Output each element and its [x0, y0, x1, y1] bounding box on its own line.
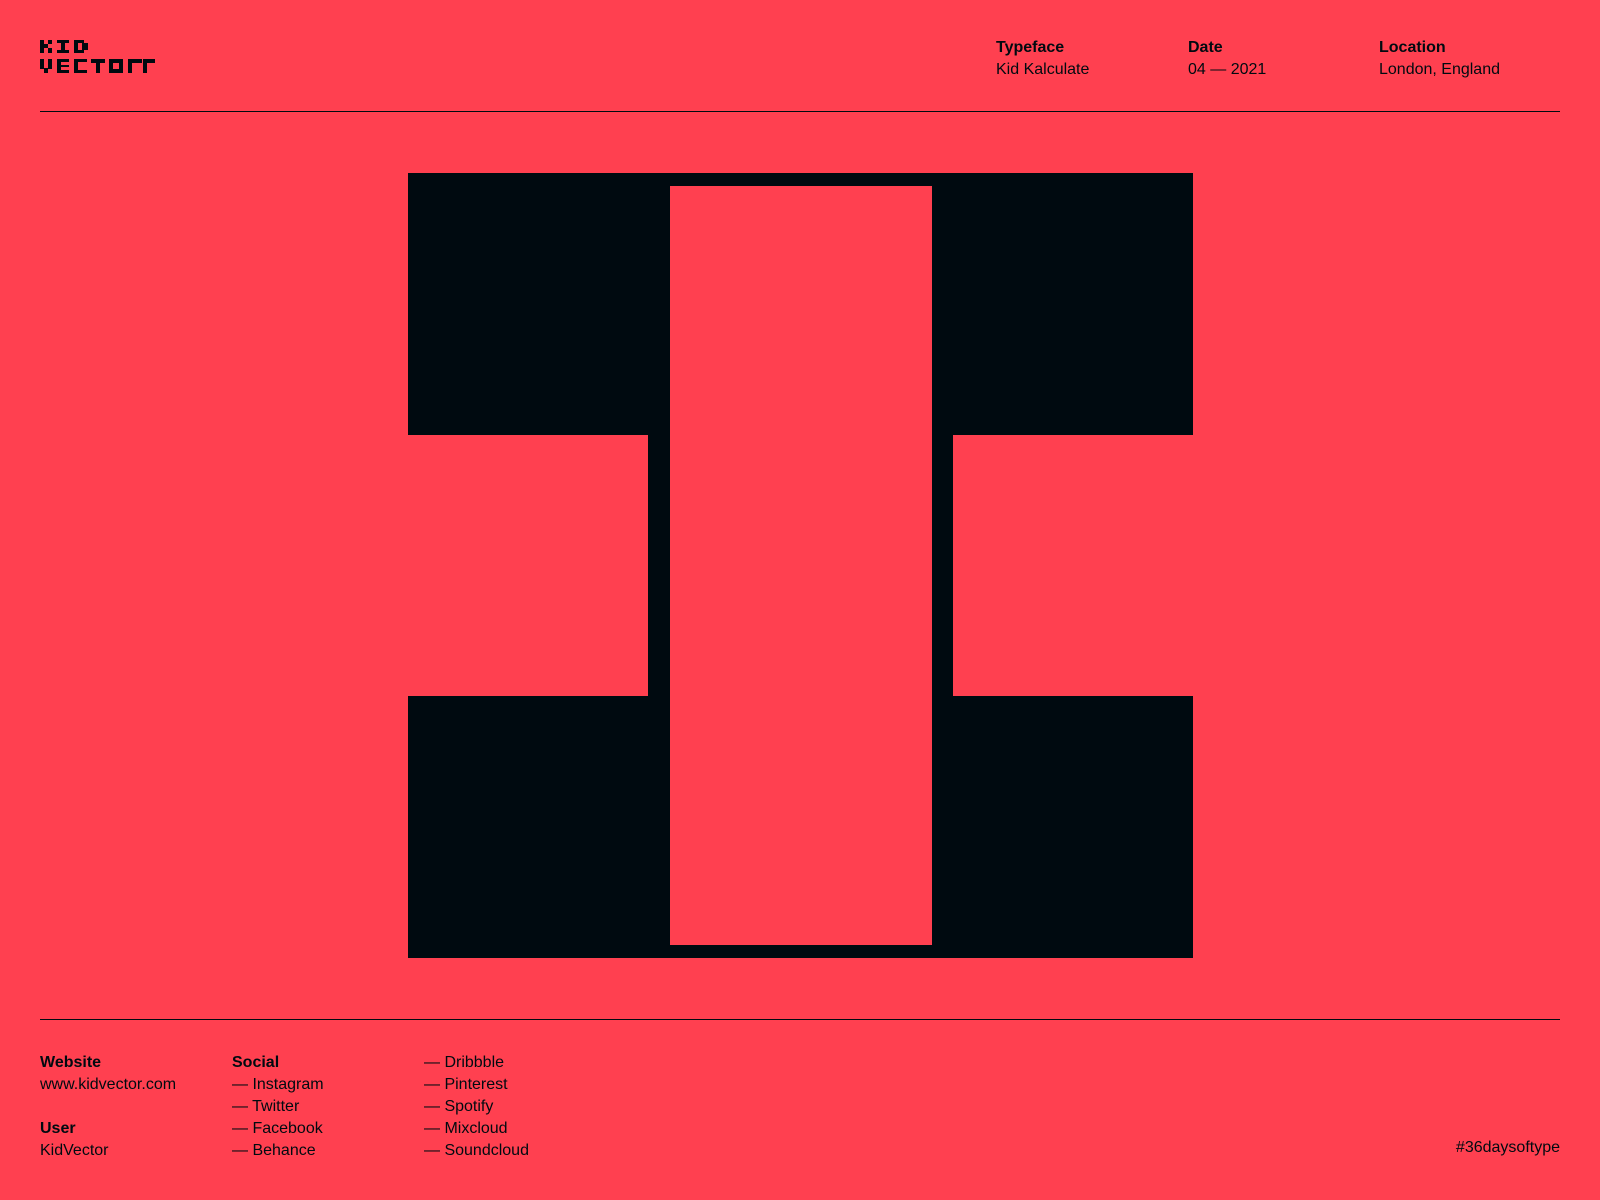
meta-typeface-value: Kid Kalculate: [996, 61, 1090, 78]
footer-website-label: Website: [40, 1054, 102, 1071]
social-link-instagram[interactable]: — Instagram: [232, 1074, 324, 1096]
footer-social-more: — Dribbble — Pinterest — Spotify — Mixcl…: [424, 1052, 529, 1162]
meta-location-value: London, England: [1379, 61, 1500, 78]
footer-social-label: Social: [232, 1054, 280, 1071]
hashtag-label: #36daysoftype: [1455, 1139, 1560, 1156]
social-link-twitter[interactable]: — Twitter: [232, 1096, 324, 1118]
meta-date: Date 04 — 2021: [1188, 37, 1266, 81]
meta-date-value: 04 — 2021: [1188, 61, 1267, 78]
meta-typeface: Typeface Kid Kalculate: [996, 37, 1089, 81]
footer-website: Website www.kidvector.com: [40, 1052, 176, 1096]
social-link-pinterest[interactable]: — Pinterest: [424, 1074, 529, 1096]
social-link-spotify[interactable]: — Spotify: [424, 1096, 529, 1118]
letter-i-glyph-artwork-icon: [408, 173, 1193, 958]
header-divider: [40, 111, 1560, 112]
footer-user-label: User: [40, 1120, 76, 1137]
social-link-mixcloud[interactable]: — Mixcloud: [424, 1118, 529, 1140]
footer-user-value: KidVector: [40, 1142, 109, 1159]
meta-date-label: Date: [1188, 39, 1223, 56]
website-link[interactable]: www.kidvector.com: [40, 1074, 176, 1096]
kidvector-logo-icon[interactable]: [40, 40, 155, 74]
social-link-facebook[interactable]: — Facebook: [232, 1118, 324, 1140]
meta-typeface-label: Typeface: [996, 39, 1065, 56]
meta-location: Location London, England: [1379, 37, 1500, 81]
social-link-soundcloud[interactable]: — Soundcloud: [424, 1140, 529, 1162]
footer-divider: [40, 1019, 1560, 1020]
social-link-behance[interactable]: — Behance: [232, 1140, 324, 1162]
meta-location-label: Location: [1379, 39, 1446, 56]
social-link-dribbble[interactable]: — Dribbble: [424, 1052, 529, 1074]
footer-social: Social — Instagram — Twitter — Facebook …: [232, 1052, 324, 1162]
footer-user: User KidVector: [40, 1118, 108, 1162]
